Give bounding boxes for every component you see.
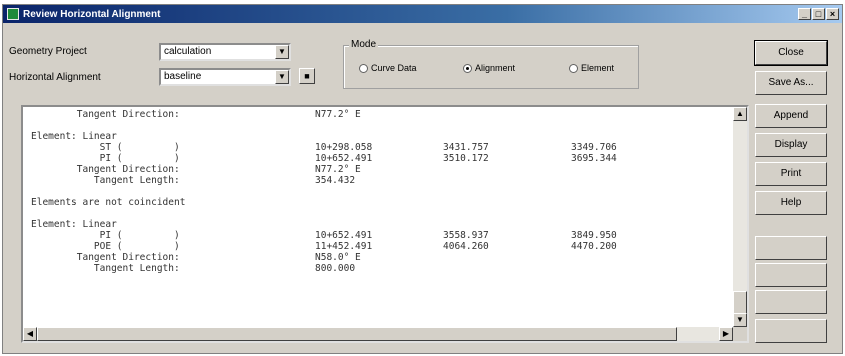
report-line-value: N77.2° E: [315, 109, 361, 120]
radio-icon: [359, 63, 368, 73]
help-button[interactable]: Help: [755, 191, 827, 215]
report-line-value: 10+652.491: [315, 153, 373, 164]
report-line: Tangent Direction: N58.0° E: [23, 252, 733, 263]
radio-icon: [569, 63, 578, 73]
mode-alignment-label: Alignment: [475, 63, 516, 73]
maximize-button[interactable]: □: [812, 8, 825, 20]
report-line-value: 3510.172: [443, 153, 489, 164]
report-line-value: 4064.260: [443, 241, 489, 252]
window-title: Review Horizontal Alignment: [23, 8, 161, 20]
minimize-button[interactable]: _: [798, 8, 811, 20]
report-line: PI ( ) 10+652.491 3510.172 3695.344: [23, 153, 733, 164]
scroll-right-button[interactable]: ▶: [719, 327, 733, 341]
report-line: [23, 208, 733, 219]
report-text-area[interactable]: Tangent Direction: N77.2° E Element: Linea…: [21, 105, 749, 343]
report-line-value: N77.2° E: [315, 164, 361, 175]
report-line: Elements are not coincident: [23, 197, 733, 208]
disabled-button-1: [755, 236, 827, 260]
report-line-value: 3431.757: [443, 142, 489, 153]
report-line-label: ST ( ): [31, 142, 180, 153]
review-horizontal-alignment-dialog: Review Horizontal Alignment _ □ × Geomet…: [2, 4, 843, 354]
report-line-label: Tangent Direction:: [31, 252, 180, 263]
report-line: POE ( ) 11+452.491 4064.260 4470.200: [23, 241, 733, 252]
report-line: ST ( ) 10+298.058 3431.757 3349.706: [23, 142, 733, 153]
report-line: [23, 120, 733, 131]
scroll-down-button[interactable]: ▼: [733, 313, 747, 327]
report-line-value: 11+452.491: [315, 241, 373, 252]
report-line-value: 800.000: [315, 263, 356, 274]
report-line-value: 3558.937: [443, 230, 489, 241]
report-line-value: 3695.344: [571, 153, 617, 164]
report-line-value: 354.432: [315, 175, 356, 186]
close-window-button[interactable]: ×: [826, 8, 839, 20]
report-line-value: 10+298.058: [315, 142, 373, 153]
horizontal-alignment-value: baseline: [164, 71, 202, 82]
scroll-up-button[interactable]: ▲: [733, 107, 747, 121]
disabled-button-2: [755, 263, 827, 287]
report-line: [23, 186, 733, 197]
report-line-label: Element: Linear: [31, 131, 117, 142]
mode-element-radio[interactable]: Element: [569, 63, 614, 73]
horizontal-alignment-label: Horizontal Alignment: [9, 72, 101, 83]
disabled-button-4: [755, 319, 827, 343]
radio-selected-icon: [463, 63, 472, 73]
disabled-button-3: [755, 290, 827, 314]
print-button[interactable]: Print: [755, 162, 827, 186]
report-line-label: POE ( ): [31, 241, 180, 252]
display-button[interactable]: Display: [755, 133, 827, 157]
vertical-scrollbar[interactable]: ▲ ▼: [733, 107, 747, 327]
report-line-label: Tangent Length:: [31, 175, 180, 186]
app-icon: [7, 8, 19, 20]
vertical-scroll-thumb[interactable]: [733, 291, 747, 315]
report-line-label: Tangent Length:: [31, 263, 180, 274]
mode-group-title: Mode: [349, 39, 379, 50]
report-line: Tangent Direction: N77.2° E: [23, 164, 733, 175]
horizontal-scroll-thumb[interactable]: [37, 327, 677, 341]
mode-curve-data-label: Curve Data: [371, 63, 417, 73]
mode-element-label: Element: [581, 63, 615, 73]
close-button[interactable]: Close: [754, 40, 828, 66]
append-button[interactable]: Append: [755, 104, 827, 128]
select-alignment-button[interactable]: ■: [299, 68, 315, 84]
scrollbar-corner: [733, 327, 747, 341]
report-line: PI ( ) 10+652.491 3558.937 3849.950: [23, 230, 733, 241]
report-line: Tangent Length: 354.432: [23, 175, 733, 186]
report-line: Tangent Length: 800.000: [23, 263, 733, 274]
report-line: Element: Linear: [23, 131, 733, 142]
report-line-value: 3849.950: [571, 230, 617, 241]
report-line: Element: Linear: [23, 219, 733, 230]
horizontal-scrollbar[interactable]: ◀ ▶: [23, 327, 733, 341]
save-as-button[interactable]: Save As...: [755, 71, 827, 95]
report-content: Tangent Direction: N77.2° E Element: Linea…: [23, 107, 733, 327]
chevron-down-icon[interactable]: ▼: [275, 45, 289, 59]
report-line-label: Element: Linear: [31, 219, 117, 230]
report-line-label: PI ( ): [31, 153, 180, 164]
title-bar: Review Horizontal Alignment _ □ ×: [3, 5, 842, 23]
report-line-label: Tangent Direction:: [31, 164, 180, 175]
report-line-label: Elements are not coincident: [31, 197, 186, 208]
horizontal-alignment-combo[interactable]: baseline ▼: [159, 68, 291, 86]
geometry-project-value: calculation: [164, 46, 212, 57]
dot-icon: ■: [304, 71, 310, 81]
report-line-value: N58.0° E: [315, 252, 361, 263]
report-line: Tangent Direction: N77.2° E: [23, 109, 733, 120]
geometry-project-combo[interactable]: calculation ▼: [159, 43, 291, 61]
report-line-label: PI ( ): [31, 230, 180, 241]
scroll-left-button[interactable]: ◀: [23, 327, 37, 341]
report-line-label: Tangent Direction:: [31, 109, 180, 120]
chevron-down-icon[interactable]: ▼: [275, 70, 289, 84]
geometry-project-label: Geometry Project: [9, 46, 87, 57]
mode-curve-data-radio[interactable]: Curve Data: [359, 63, 417, 73]
report-line-value: 4470.200: [571, 241, 617, 252]
mode-alignment-radio[interactable]: Alignment: [463, 63, 515, 73]
report-line-value: 10+652.491: [315, 230, 373, 241]
report-line-value: 3349.706: [571, 142, 617, 153]
